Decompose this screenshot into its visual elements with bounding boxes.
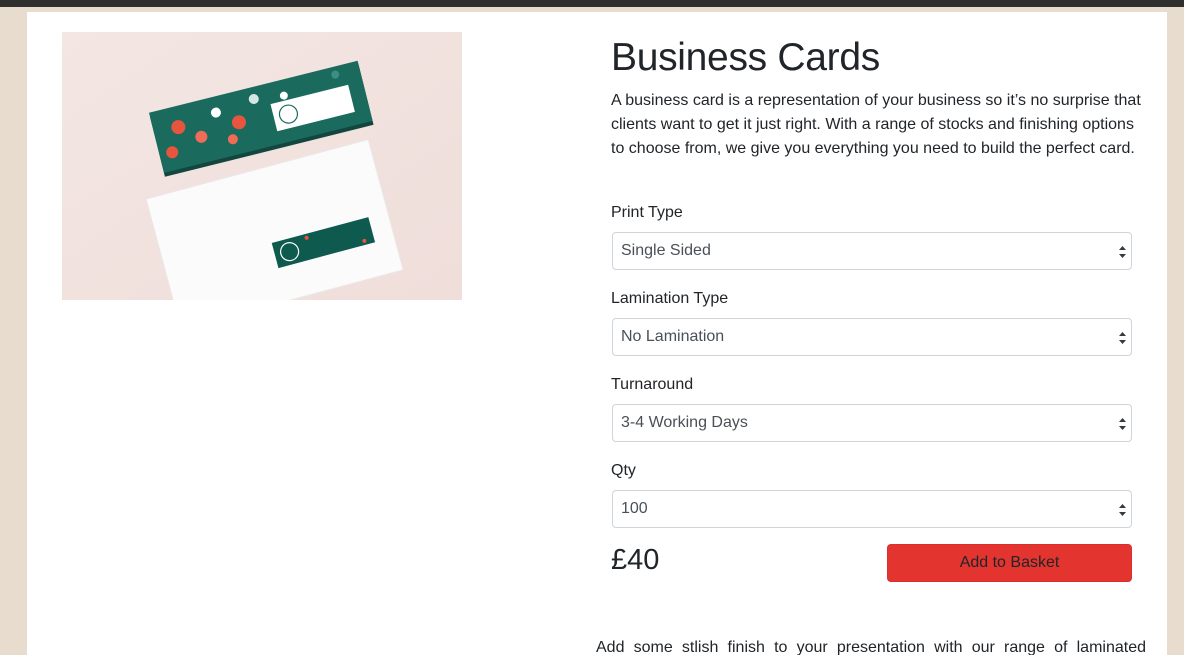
page-title: Business Cards (611, 36, 880, 79)
print-type-select[interactable]: Single Sided (612, 232, 1132, 270)
turnaround-label: Turnaround (611, 376, 694, 393)
qty-select[interactable]: 100 (612, 490, 1132, 528)
select-caret-icon (1119, 332, 1126, 344)
turnaround-select[interactable]: 3-4 Working Days (612, 404, 1132, 442)
qty-value: 100 (621, 500, 648, 517)
print-type-value: Single Sided (621, 242, 711, 259)
product-description: A business card is a representation of y… (611, 92, 1141, 157)
lamination-info-text: Add some stlish finish to your presentat… (596, 639, 1146, 655)
qty-label: Qty (611, 462, 636, 479)
lamination-type-label: Lamination Type (611, 290, 729, 307)
add-to-basket-button[interactable]: Add to Basket (887, 544, 1132, 582)
select-caret-icon (1119, 504, 1126, 516)
product-page: Business Cards A business card is a repr… (27, 12, 1167, 655)
lamination-type-value: No Lamination (621, 328, 725, 345)
select-caret-icon (1119, 418, 1126, 430)
browser-top-bar (0, 0, 1184, 7)
product-image (62, 32, 462, 300)
product-price: £40 (611, 544, 660, 576)
print-type-label: Print Type (611, 204, 683, 221)
lamination-type-select[interactable]: No Lamination (612, 318, 1132, 356)
select-caret-icon (1119, 246, 1126, 258)
turnaround-value: 3-4 Working Days (621, 414, 748, 431)
